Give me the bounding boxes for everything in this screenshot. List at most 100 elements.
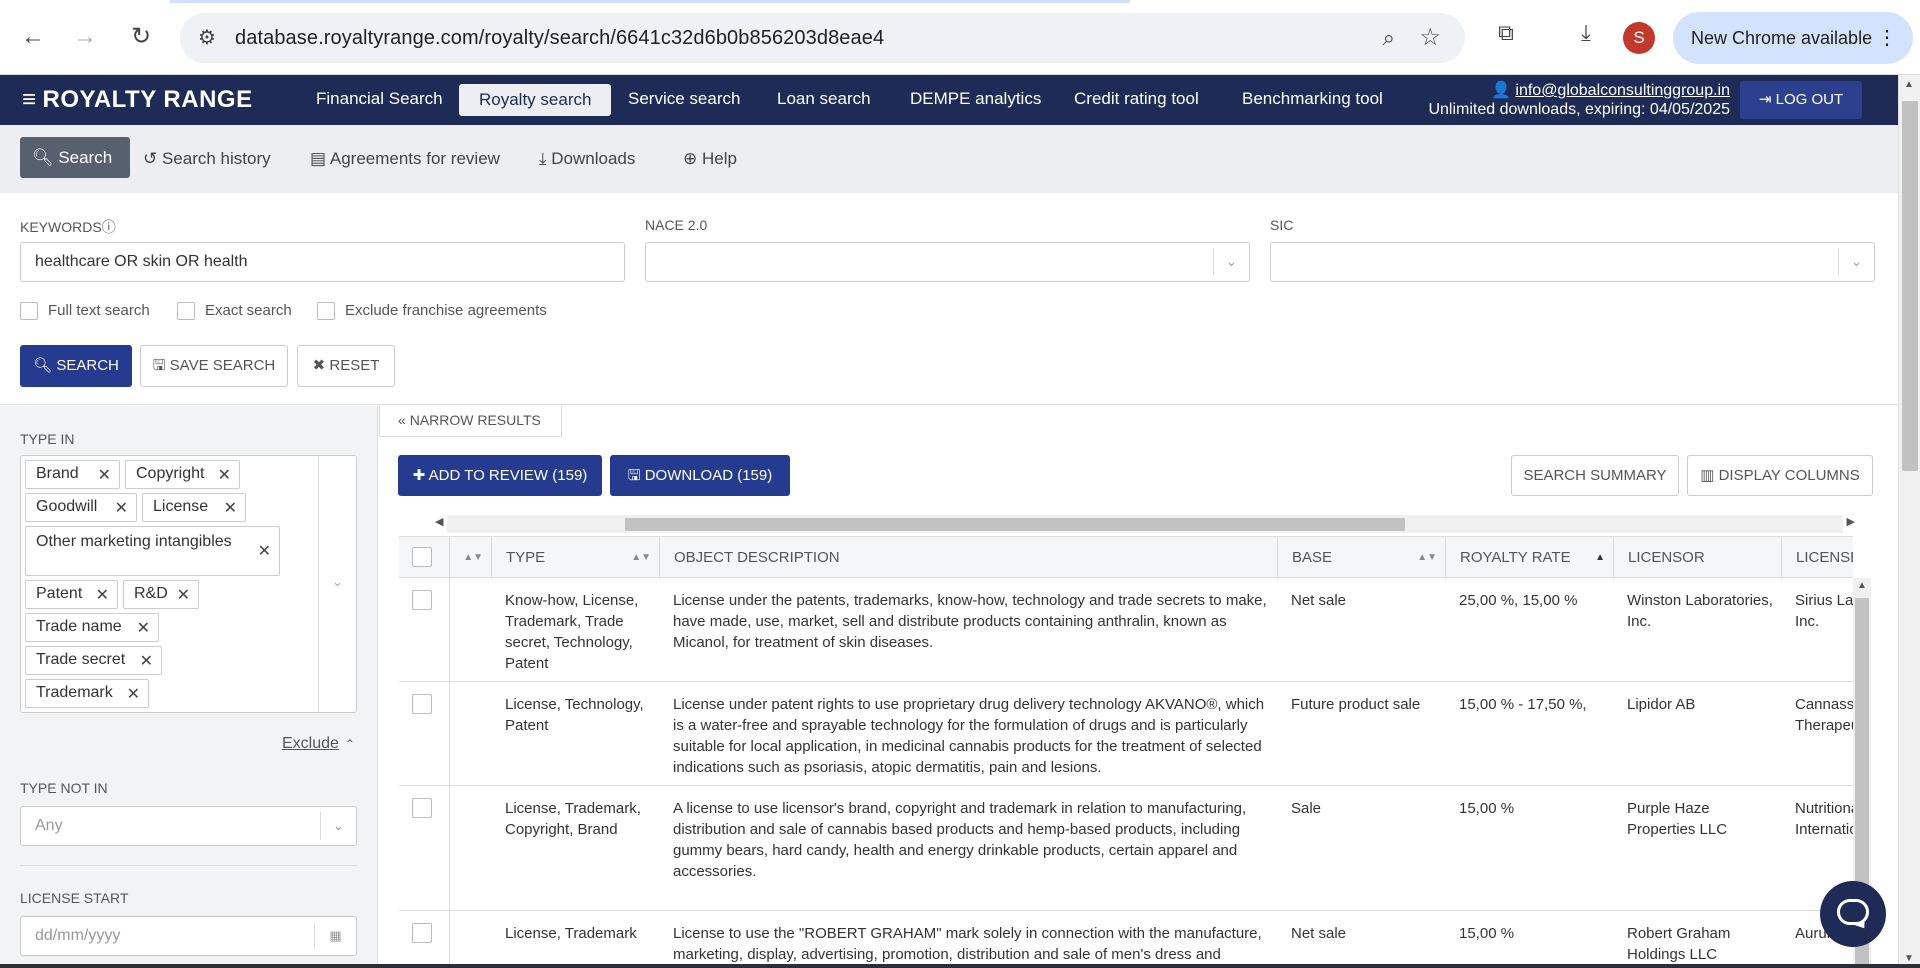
table-row[interactable]: License, Technology, Patent License unde… xyxy=(399,682,1853,786)
full-text-checkbox[interactable] xyxy=(20,302,38,321)
row-checkbox[interactable] xyxy=(412,590,432,610)
address-bar[interactable]: ⚙ database.royaltyrange.com/royalty/sear… xyxy=(180,13,1465,63)
remove-tag-icon[interactable]: ✕ xyxy=(96,585,109,605)
table-row[interactable]: License, Trademark, Copyright, Brand A l… xyxy=(399,786,1853,911)
column-licensee[interactable]: LICENSE xyxy=(1781,537,1853,579)
nav-loan-search[interactable]: Loan search xyxy=(777,89,871,109)
logout-button[interactable]: ⇥ LOG OUT xyxy=(1740,81,1862,119)
back-icon[interactable]: ← xyxy=(18,22,48,52)
row-checkbox[interactable] xyxy=(412,798,432,818)
sic-select[interactable]: ⌄ xyxy=(1270,242,1875,282)
column-object-description[interactable]: OBJECT DESCRIPTION xyxy=(659,537,1277,579)
user-email-link[interactable]: info@globalconsultinggroup.in xyxy=(1515,82,1730,99)
select-all-checkbox[interactable] xyxy=(412,547,432,567)
chevron-down-icon[interactable]: ⌄ xyxy=(1213,248,1249,276)
full-text-search-option[interactable]: Full text search xyxy=(20,302,150,321)
sort-icon[interactable]: ▲▼ xyxy=(463,537,483,579)
remove-tag-icon[interactable]: ✕ xyxy=(218,465,231,485)
scroll-up-icon[interactable]: ▲ xyxy=(1857,580,1867,591)
add-to-review-button[interactable]: ✚ ADD TO REVIEW (159) xyxy=(398,455,602,496)
download-results-button[interactable]: 🖫 DOWNLOAD (159) xyxy=(610,455,790,496)
row-checkbox[interactable] xyxy=(412,923,432,943)
bookmark-star-icon[interactable]: ☆ xyxy=(1419,23,1441,52)
subnav-agreements-for-review[interactable]: ▤ Agreements for review xyxy=(310,149,500,169)
nav-financial-search[interactable]: Financial Search xyxy=(316,89,443,109)
chat-widget-button[interactable] xyxy=(1820,881,1886,947)
remove-tag-icon[interactable]: ✕ xyxy=(137,618,150,638)
narrow-results-button[interactable]: « NARROW RESULTS xyxy=(379,406,562,437)
nav-service-search[interactable]: Service search xyxy=(628,89,740,109)
page-scrollbar[interactable]: ▲ ▼ xyxy=(1898,75,1920,968)
tag-trade-name[interactable]: Trade name ✕ xyxy=(25,613,159,642)
type-not-in-select[interactable]: Any ⌄ xyxy=(20,806,357,846)
hamburger-menu-icon[interactable]: ≡ xyxy=(22,86,37,113)
app-logo[interactable]: ≡ ROYALTY RANGE xyxy=(22,86,253,114)
chrome-menu-icon[interactable]: ⋮ xyxy=(1877,12,1897,64)
tag-trademark[interactable]: Trademark ✕ xyxy=(25,679,149,708)
profile-avatar[interactable]: S xyxy=(1623,22,1655,54)
column-royalty-rate[interactable]: ROYALTY RATE ▲ xyxy=(1445,537,1613,579)
reload-icon[interactable]: ↻ xyxy=(126,22,156,52)
remove-tag-icon[interactable]: ✕ xyxy=(224,498,237,518)
page-scroll-thumb[interactable] xyxy=(1902,101,1918,471)
keywords-input[interactable]: healthcare OR skin OR health xyxy=(20,242,625,282)
scroll-left-icon[interactable]: ◀ xyxy=(435,515,443,528)
scroll-down-icon[interactable]: ▼ xyxy=(1904,953,1914,964)
exclude-franchise-option[interactable]: Exclude franchise agreements xyxy=(317,302,547,321)
license-start-date-input[interactable]: dd/mm/yyyy ▦ xyxy=(20,916,357,956)
nav-dempe-analytics[interactable]: DEMPE analytics xyxy=(910,89,1041,109)
exact-search-checkbox[interactable] xyxy=(177,302,195,321)
exclude-toggle-link[interactable]: Exclude ⌃ xyxy=(282,735,355,753)
type-in-multiselect[interactable]: Brand ✕ Copyright ✕ Goodwill ✕ License ✕ Oth… xyxy=(20,455,357,713)
sort-icon[interactable]: ▲▼ xyxy=(1417,537,1437,579)
horizontal-scroll-thumb[interactable] xyxy=(625,518,1405,531)
column-sort-handle[interactable]: ▲▼ xyxy=(449,537,491,579)
remove-tag-icon[interactable]: ✕ xyxy=(140,651,153,671)
nav-credit-rating-tool[interactable]: Credit rating tool xyxy=(1074,89,1199,109)
subnav-search-history[interactable]: ↺ Search history xyxy=(143,149,271,169)
column-base[interactable]: BASE ▲▼ xyxy=(1277,537,1445,579)
site-info-icon[interactable]: ⚙ xyxy=(198,25,216,50)
chevron-down-icon[interactable]: ⌄ xyxy=(320,812,356,840)
display-columns-button[interactable]: ▥ DISPLAY COLUMNS xyxy=(1687,455,1873,496)
table-row[interactable]: Know-how, License, Trademark, Trade secr… xyxy=(399,578,1853,682)
horizontal-scrollbar[interactable]: ◀ ▶ xyxy=(435,515,1855,533)
search-button[interactable]: 🔍︎ SEARCH xyxy=(20,345,132,387)
scroll-up-icon[interactable]: ▲ xyxy=(1904,79,1914,90)
remove-tag-icon[interactable]: ✕ xyxy=(115,498,128,518)
nace-select[interactable]: ⌄ xyxy=(645,242,1250,282)
nav-benchmarking-tool[interactable]: Benchmarking tool xyxy=(1242,89,1383,109)
tag-patent[interactable]: Patent ✕ xyxy=(25,580,118,609)
row-checkbox[interactable] xyxy=(412,694,432,714)
column-licensor[interactable]: LICENSOR xyxy=(1613,537,1781,579)
tag-trade-secret[interactable]: Trade secret ✕ xyxy=(25,646,162,675)
tag-copyright[interactable]: Copyright ✕ xyxy=(125,460,240,489)
tag-rnd[interactable]: R&D ✕ xyxy=(123,580,199,609)
search-summary-button[interactable]: SEARCH SUMMARY xyxy=(1511,455,1679,496)
remove-tag-icon[interactable]: ✕ xyxy=(258,541,271,563)
tag-brand[interactable]: Brand ✕ xyxy=(25,460,120,489)
new-chrome-available-button[interactable]: New Chrome available ⋮ xyxy=(1673,12,1913,64)
tag-license[interactable]: License ✕ xyxy=(142,493,246,522)
reset-button[interactable]: ✖ RESET xyxy=(297,345,395,387)
remove-tag-icon[interactable]: ✕ xyxy=(98,465,111,485)
chevron-down-icon[interactable]: ⌄ xyxy=(1838,248,1874,276)
zoom-icon[interactable]: ⌕ xyxy=(1383,25,1395,51)
remove-tag-icon[interactable]: ✕ xyxy=(127,684,140,704)
tag-goodwill[interactable]: Goodwill ✕ xyxy=(25,493,137,522)
sort-ascending-icon[interactable]: ▲ xyxy=(1595,537,1605,579)
url-text[interactable]: database.royaltyrange.com/royalty/search… xyxy=(235,27,884,50)
table-row[interactable]: License, Trademark License to use the "R… xyxy=(399,911,1853,968)
exact-search-option[interactable]: Exact search xyxy=(177,302,292,321)
forward-icon[interactable]: → xyxy=(70,22,100,52)
extensions-icon[interactable]: ⧉ xyxy=(1490,20,1522,46)
column-type[interactable]: TYPE ▲▼ xyxy=(491,537,659,579)
calendar-icon[interactable]: ▦ xyxy=(314,922,356,950)
subnav-downloads[interactable]: ⤓ Downloads xyxy=(539,149,635,169)
downloads-icon[interactable]: ⤓ xyxy=(1570,20,1602,46)
remove-tag-icon[interactable]: ✕ xyxy=(177,585,190,605)
chevron-down-icon[interactable]: ⌄ xyxy=(318,456,356,712)
nav-royalty-search[interactable]: Royalty search xyxy=(459,84,612,116)
subnav-help[interactable]: ⊕ Help xyxy=(683,149,737,169)
scroll-right-icon[interactable]: ▶ xyxy=(1847,515,1855,528)
